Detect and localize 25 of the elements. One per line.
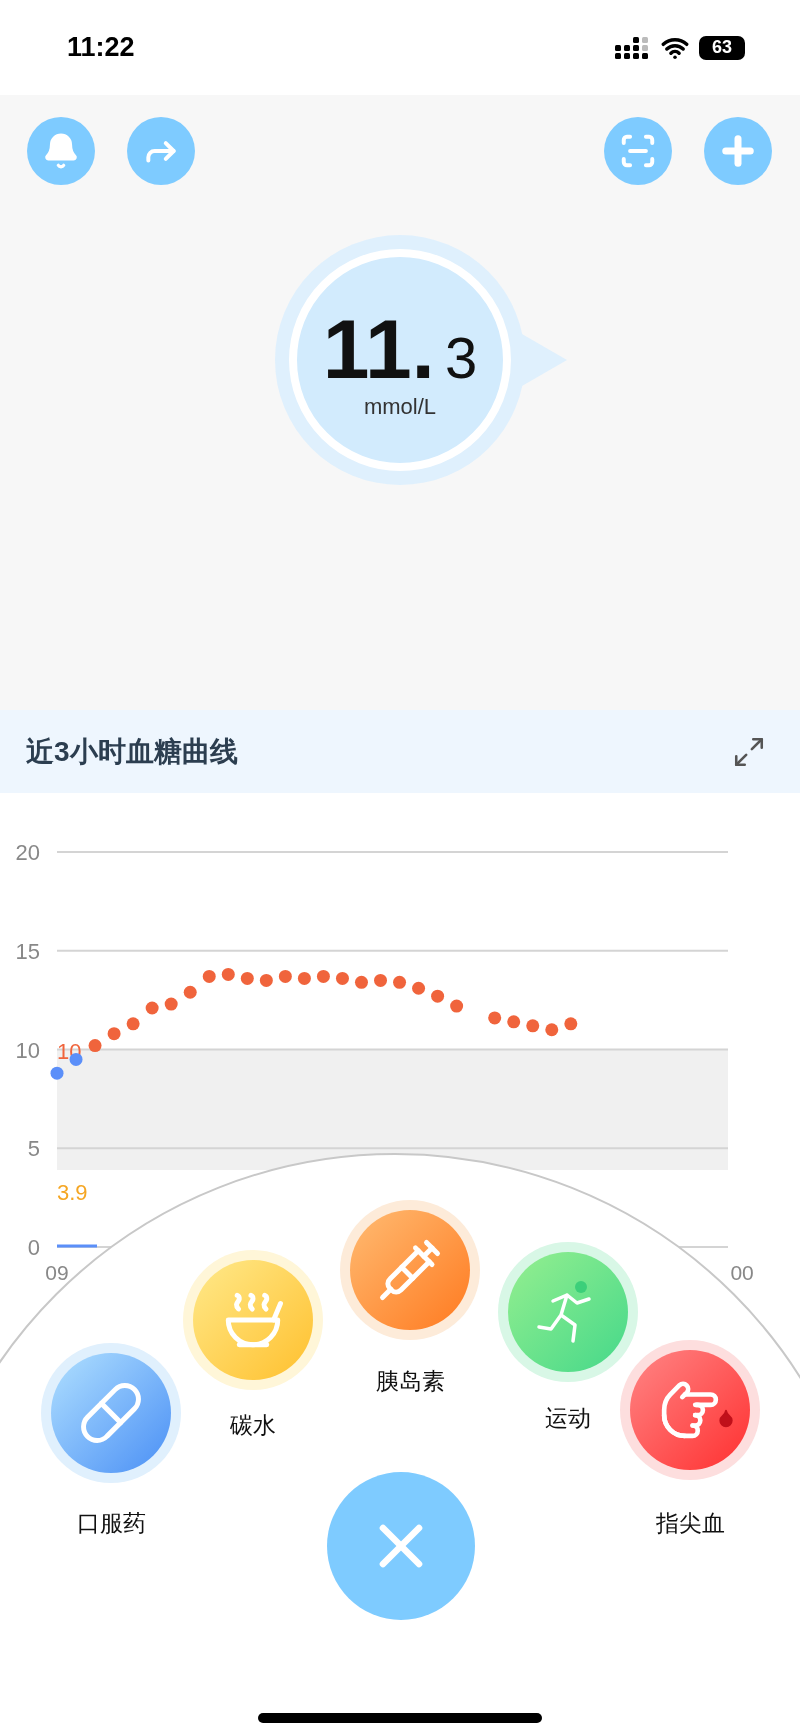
signal-icon	[615, 36, 651, 59]
y-tick-label: 0	[27, 1235, 40, 1260]
droplet-icon	[716, 1408, 736, 1428]
battery-indicator: 63	[699, 35, 745, 60]
syringe-icon	[377, 1237, 443, 1303]
x-tick-label: 09	[45, 1261, 69, 1284]
glucose-decimal: 3	[444, 323, 478, 391]
y-tick-label: 20	[15, 840, 40, 865]
bell-icon	[42, 132, 80, 170]
quick-add-label: 运动	[545, 1404, 591, 1433]
scan-icon	[619, 132, 657, 170]
chart-title: 近3小时血糖曲线	[26, 734, 238, 769]
quick-add-label: 碳水	[230, 1411, 276, 1440]
y-tick-label: 10	[15, 1037, 40, 1063]
quick-add-label: 口服药	[76, 1509, 146, 1538]
y-tick-label: 5	[27, 1136, 40, 1162]
hand-icon	[659, 1379, 721, 1441]
range-label: 3.9	[57, 1179, 88, 1205]
y-tick-label: 15	[15, 938, 40, 964]
baseline-marker	[57, 1244, 97, 1248]
pill-icon	[78, 1380, 144, 1446]
status-time: 11:22	[67, 32, 135, 63]
quick-add-label: 胰岛素	[375, 1367, 445, 1396]
x-tick-label: 00	[730, 1261, 754, 1284]
quick-add-label: 指尖血	[655, 1509, 725, 1538]
